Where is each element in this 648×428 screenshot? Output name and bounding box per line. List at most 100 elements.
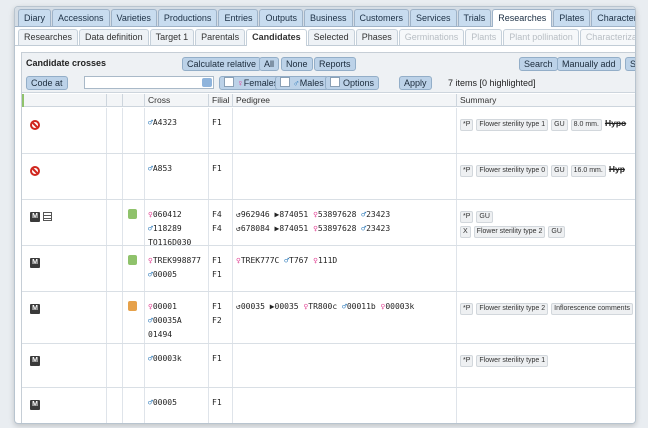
tab-researches[interactable]: Researches (492, 9, 553, 27)
table-row[interactable]: M ♀00001 ♂00035A 01494 F1 F2 ↺00035 ▶00035 ♀TR… (22, 292, 635, 344)
subtab-selected[interactable]: Selected (307, 29, 355, 45)
select-button[interactable]: Sele (625, 57, 635, 71)
column-divider (208, 108, 209, 153)
table-row[interactable]: M ♀060412 ♂118289 TO116D030 F4 F4 ↺962946 ▶874… (22, 200, 635, 247)
m-badge-icon[interactable]: M (30, 258, 40, 268)
summary-cell: *P Flower sterility type 0 GU 16.0 mm. Hyp (460, 162, 625, 177)
column-divider (232, 388, 233, 423)
column-divider (208, 246, 209, 291)
column-divider (122, 292, 123, 343)
tab-diary[interactable]: Diary (18, 9, 52, 26)
summary-strike: Hyp (608, 164, 625, 174)
cross-code: A853 (152, 164, 173, 173)
column-divider (208, 292, 209, 343)
table-row[interactable]: M ♂00003k F1 *P Flower sterility type 1 (22, 344, 635, 388)
summary-line: *P Flower sterility type 1 GU 8.0 mm. Hypo (460, 116, 626, 131)
summary-tag: 16.0 mm. (570, 165, 606, 177)
subtab-characterizati[interactable]: Characterizati (579, 29, 635, 45)
column-header-cross[interactable]: Cross (144, 94, 208, 107)
options-label: Options (343, 78, 375, 88)
subtab-parentals[interactable]: Parentals (195, 29, 246, 45)
search-button[interactable]: Search (519, 57, 558, 71)
summary-line: *P Flower sterility type 2 Inflorescence c… (460, 300, 635, 315)
summary-tag: GU (551, 165, 568, 177)
column-divider (144, 388, 145, 423)
summary-cell: *P GU X Flower sterility type 2 GU (460, 208, 568, 238)
summary-strike: Hypo (604, 118, 627, 128)
input-clear-icon[interactable] (202, 78, 212, 87)
column-divider (456, 246, 457, 291)
column-divider (456, 292, 457, 343)
cross-cell[interactable]: ♂A853 (148, 162, 172, 176)
females-toggle[interactable]: ♀Females (219, 76, 284, 90)
m-badge-icon[interactable]: M (30, 304, 40, 314)
females-checkbox[interactable] (224, 77, 234, 87)
none-button[interactable]: None (281, 57, 313, 71)
tab-trials[interactable]: Trials (457, 9, 492, 26)
males-checkbox[interactable] (280, 77, 290, 87)
subtab-phases[interactable]: Phases (355, 29, 398, 45)
tab-entries[interactable]: Entries (218, 9, 259, 26)
males-toggle[interactable]: ♂Males (275, 76, 329, 90)
table-header: Cross Filial Pedigree Summary (22, 94, 635, 107)
sub-tab-bar: Researches Data definition Target 1 Parenta… (15, 27, 635, 46)
m-badge-icon[interactable]: M (30, 356, 40, 366)
column-divider (456, 200, 457, 245)
calculate-relative-button[interactable]: Calculate relative (182, 57, 262, 71)
cross-code: 00005 (152, 398, 177, 407)
tab-business[interactable]: Business (303, 9, 353, 26)
cross-cell[interactable]: ♀060412 ♂118289 TO116D030 (148, 208, 191, 250)
cross-cell[interactable]: ♂00003k (148, 352, 182, 366)
subtab-researches[interactable]: Researches (18, 29, 79, 45)
m-badge-icon[interactable]: M (30, 400, 40, 410)
options-checkbox[interactable] (330, 77, 340, 87)
column-header-filial[interactable]: Filial (208, 94, 232, 107)
subtab-germinations[interactable]: Germinations (398, 29, 465, 45)
cross-type-icon (128, 301, 137, 311)
subtab-plants[interactable]: Plants (465, 29, 503, 45)
all-button[interactable]: All (259, 57, 280, 71)
subtab-plant-pollination[interactable]: Plant pollination (503, 29, 579, 45)
summary-tag: 8.0 mm. (570, 119, 602, 131)
column-header-pedigree[interactable]: Pedigree (232, 94, 456, 107)
filial-cell: F1 F2 (212, 300, 222, 328)
table-row[interactable]: ♂A4323 F1 *P Flower sterility type 1 GU 8.0 m… (22, 108, 635, 154)
filial-cell: F1 (212, 116, 222, 130)
subtab-candidates[interactable]: Candidates (246, 29, 307, 46)
tab-productions[interactable]: Productions (157, 9, 218, 26)
subtab-data-definition[interactable]: Data definition (79, 29, 149, 45)
table-row[interactable]: M ♀TREK998877 ♂00005 F1 F1 ♀TREK777C ♂T767 ♀1… (22, 246, 635, 292)
table-row[interactable]: ♂A853 F1 *P Flower sterility type 0 GU 16.0 m… (22, 154, 635, 200)
summary-tag: Flower sterility type 0 (476, 165, 549, 177)
cross-code: 00035A (152, 316, 182, 325)
tab-varieties[interactable]: Varieties (110, 9, 157, 26)
m-badge-icon[interactable]: M (30, 212, 40, 222)
options-toggle[interactable]: Options (325, 76, 380, 90)
column-divider (106, 344, 107, 387)
tab-plates[interactable]: Plates (553, 9, 591, 26)
tab-customers[interactable]: Customers (353, 9, 410, 26)
tab-characteristics[interactable]: Characteristics (591, 9, 635, 26)
cross-cell[interactable]: ♀TREK998877 ♂00005 (148, 254, 201, 282)
apply-button[interactable]: Apply (399, 76, 432, 90)
column-divider (106, 292, 107, 343)
cross-cell[interactable]: ♂A4323 (148, 116, 177, 130)
tab-accessions[interactable]: Accessions (52, 9, 110, 26)
column-header-summary[interactable]: Summary (456, 94, 635, 107)
tab-outputs[interactable]: Outputs (259, 9, 303, 26)
column-divider (122, 246, 123, 291)
code-at-button[interactable]: Code at (26, 76, 68, 90)
table-row[interactable]: M ♂00005 F1 (22, 388, 635, 423)
ban-icon (30, 166, 40, 176)
reports-button[interactable]: Reports (314, 57, 356, 71)
cross-cell[interactable]: ♂00005 (148, 396, 177, 410)
list-icon[interactable] (43, 212, 52, 221)
subtab-target-1[interactable]: Target 1 (149, 29, 195, 45)
header-marker (22, 94, 24, 107)
code-at-input[interactable] (84, 76, 214, 89)
cross-cell[interactable]: ♀00001 ♂00035A 01494 (148, 300, 182, 342)
cross-code: 00001 (152, 302, 177, 311)
manually-add-button[interactable]: Manually add (557, 57, 621, 71)
tab-services[interactable]: Services (410, 9, 457, 26)
summary-cell: *P Flower sterility type 1 GU 8.0 mm. Hypo (460, 116, 626, 131)
